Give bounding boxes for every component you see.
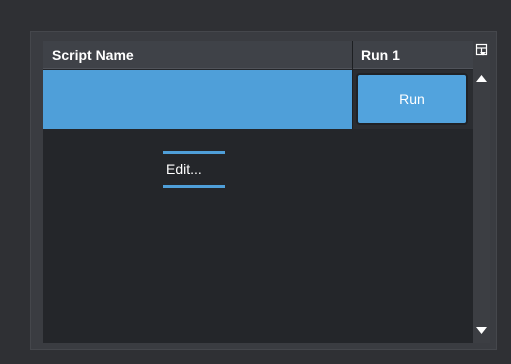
scroll-down-icon[interactable]: [476, 327, 487, 334]
scroll-up-icon[interactable]: [476, 75, 487, 82]
run-cell: Run: [353, 70, 473, 129]
column-header-script-name[interactable]: Script Name: [52, 41, 134, 69]
edit-menu-item[interactable]: Edit...: [163, 151, 225, 188]
vertical-scrollbar[interactable]: [473, 41, 490, 343]
run-button[interactable]: Run: [356, 73, 468, 125]
table-row[interactable]: Run: [43, 70, 473, 129]
column-divider[interactable]: [352, 41, 353, 129]
scripts-table: Script Name Run 1 Run: [43, 41, 473, 343]
table-header-row: Script Name Run 1: [43, 41, 473, 69]
column-header-run-1[interactable]: Run 1: [361, 41, 400, 69]
table-columns-icon[interactable]: [475, 43, 488, 57]
